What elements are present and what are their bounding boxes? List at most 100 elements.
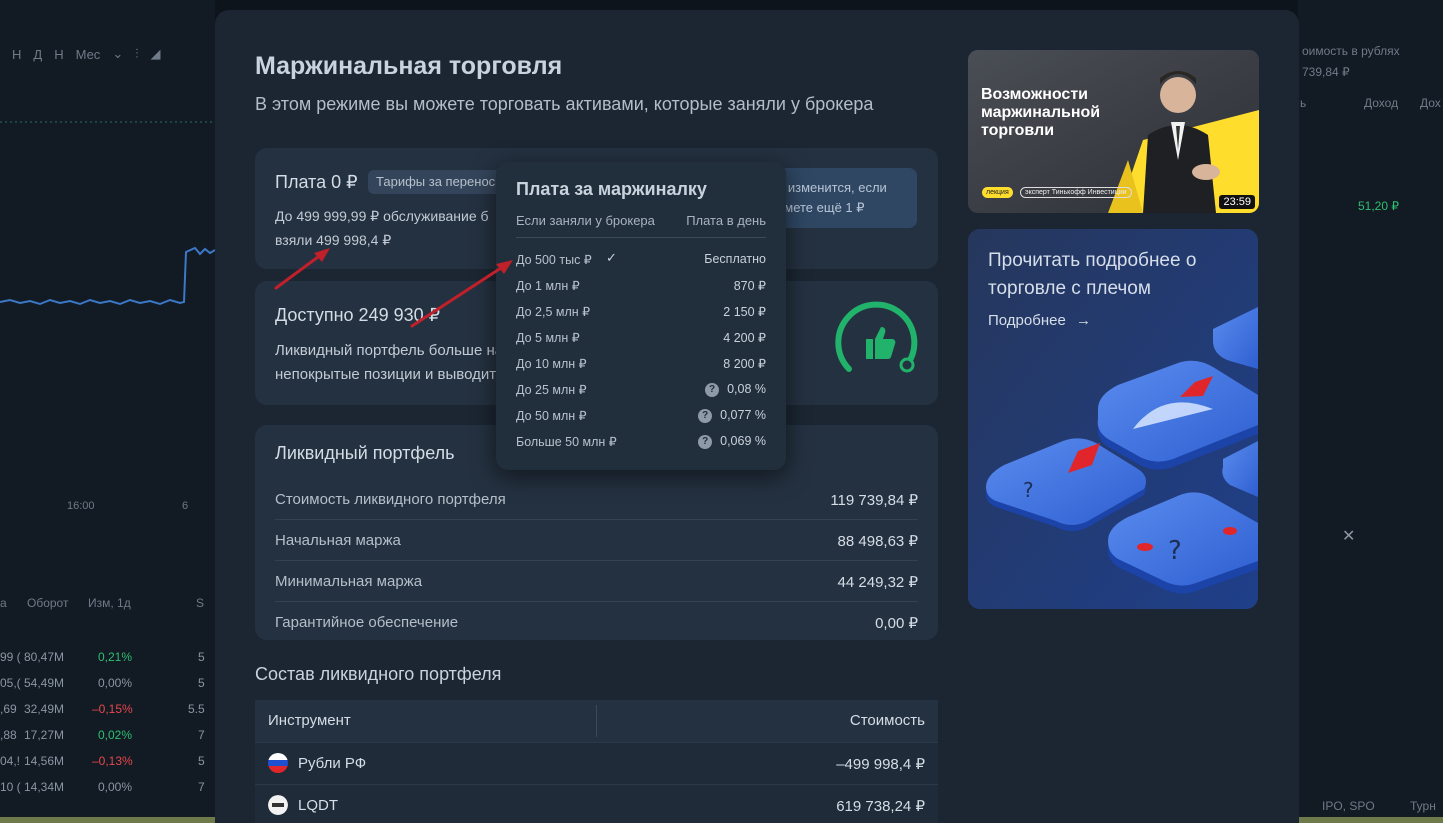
video-card[interactable]: Возможности маржинальной торговли лекция… <box>968 50 1259 213</box>
fee-title: Плата 0 ₽ <box>275 172 358 192</box>
column-header-instrument[interactable]: Инструмент <box>268 712 351 729</box>
fee-tier-row: До 1 млн ₽ 870 ₽ <box>516 275 766 295</box>
chevron-down-icon[interactable]: ⌄ <box>112 46 123 62</box>
cell: 5 <box>198 650 205 664</box>
row-value: 119 739,84 ₽ <box>830 492 918 509</box>
column-header[interactable]: а <box>0 596 7 610</box>
liquid-portfolio-title: Ликвидный портфель <box>275 443 455 463</box>
tier-fee: 0,069 % <box>720 434 766 448</box>
fee-tier-row: До 5 млн ₽ 4 200 ₽ <box>516 327 766 347</box>
table-row[interactable]: ,69 32,49M –0,15% 5.5 <box>0 702 215 728</box>
table-row[interactable]: LQDT 619 738,24 ₽ <box>255 784 938 823</box>
liquid-portfolio-row: Начальная маржа 88 498,63 ₽ <box>275 520 918 561</box>
column-header-value[interactable]: Стоимость <box>850 712 925 729</box>
timeframe-button[interactable]: Н <box>12 47 21 62</box>
tier-fee: 870 ₽ <box>733 279 766 293</box>
instrument-value: 619 738,24 ₽ <box>836 798 925 815</box>
timeframe-button[interactable]: Н <box>54 47 63 62</box>
column-header: ь <box>1300 96 1307 110</box>
column-header[interactable]: Изм, 1д <box>88 596 131 610</box>
russia-flag-icon <box>268 753 288 773</box>
row-label: Минимальная маржа <box>275 573 423 590</box>
page-subtitle: В этом режиме вы можете торговать актива… <box>255 94 874 114</box>
question-icon[interactable]: ? <box>705 383 720 397</box>
candles-icon[interactable]: ⫶ <box>135 46 138 62</box>
time-tick: 16:00 <box>67 500 95 512</box>
tier-label: До 10 млн ₽ <box>516 357 587 371</box>
tier-fee: 4 200 ₽ <box>723 331 766 345</box>
video-title: Возможности маржинальной торговли <box>981 86 1101 139</box>
tier-label: Больше 50 млн ₽ <box>516 435 617 449</box>
cell: 32,49M <box>24 702 65 716</box>
composition-table: Инструмент Стоимость Рубли РФ –499 998,4… <box>255 700 938 823</box>
cell: 80,47M <box>24 650 65 664</box>
time-axis: 16:00 6 <box>0 500 215 516</box>
cell: 04,! <box>0 754 21 768</box>
cell: –0,15% <box>92 702 133 716</box>
fee-tier-row: Больше 50 млн ₽ ? 0,069 % <box>516 431 766 451</box>
question-icon[interactable]: ? <box>698 435 713 449</box>
fee-note-line: имете ещё 1 ₽ <box>777 200 865 215</box>
video-tag: эксперт Тинькофф Инвестиции <box>1020 187 1132 198</box>
row-label: Гарантийное обеспечение <box>275 614 459 631</box>
cell: 7 <box>198 780 205 794</box>
price-chart <box>0 121 215 306</box>
column-header: Доход <box>1364 96 1399 110</box>
popover-column-borrowed: Если заняли у брокера <box>516 213 655 228</box>
table-row[interactable]: 04,! 14,56M –0,13% 5 <box>0 754 215 780</box>
tier-fee-with-help: ? 0,069 % <box>698 434 766 449</box>
ipo-link[interactable]: IPO, SPO <box>1322 799 1375 813</box>
available-description-line: непокрытые позиции и выводит <box>275 366 497 383</box>
table-row[interactable]: Рубли РФ –499 998,4 ₽ <box>255 742 938 784</box>
portfolio-value-header[interactable]: оимость в рублях <box>1302 44 1400 58</box>
tier-fee: 0,08 % <box>727 382 766 396</box>
fee-tier-row: До 2,5 млн ₽ 2 150 ₽ <box>516 301 766 321</box>
video-duration: 23:59 <box>1219 195 1255 209</box>
fee-tier-row: До 50 млн ₽ ? 0,077 % <box>516 405 766 425</box>
quotes-table-header: а Оборот Изм, 1д S <box>0 596 215 614</box>
fee-description-line: До 499 999,99 ₽ обслуживание б <box>275 208 489 224</box>
tier-label: До 25 млн ₽ <box>516 383 587 397</box>
cell: 5 <box>198 676 205 690</box>
cell: 14,56M <box>24 754 65 768</box>
cell: 0,00% <box>98 780 133 794</box>
timeframe-button[interactable]: Мес <box>76 47 101 62</box>
instrument-name: LQDT <box>298 797 339 814</box>
available-description-line: Ликвидный портфель больше на <box>275 342 504 359</box>
fund-logo-icon <box>268 795 288 815</box>
cell: 0,21% <box>98 650 133 664</box>
tier-fee-with-help: ? 0,077 % <box>698 408 766 423</box>
close-icon[interactable]: ✕ <box>1342 526 1355 546</box>
cell: 0,02% <box>98 728 133 742</box>
portfolio-value: 739,84 ₽ <box>1302 65 1350 79</box>
liquid-portfolio-row: Гарантийное обеспечение 0,00 ₽ <box>275 602 918 643</box>
area-chart-icon[interactable]: ◢ <box>150 46 160 62</box>
question-icon[interactable]: ? <box>698 409 713 423</box>
row-label: Стоимость ликвидного портфеля <box>275 491 506 508</box>
time-tick: 6 <box>182 500 189 512</box>
timeframe-button[interactable]: Д <box>33 47 42 62</box>
table-row[interactable]: 99 ( 80,47M 0,21% 5 <box>0 650 215 676</box>
read-more-link[interactable]: Подробнее → <box>988 312 1091 329</box>
fee-note: е изменится, если имете ещё 1 ₽ <box>765 168 917 228</box>
check-icon: ✓ <box>606 250 617 265</box>
liquid-portfolio-row: Стоимость ликвидного портфеля 119 739,84… <box>275 479 918 520</box>
table-row[interactable]: 10 ( 14,34M 0,00% 7 <box>0 780 215 806</box>
column-header[interactable]: Оборот <box>27 596 68 610</box>
background-terminal-right: оимость в рублях 739,84 ₽ ь Доход Дох 51… <box>1298 0 1443 823</box>
read-more-card[interactable]: ? ? Прочитать подробнее о торговле с пле… <box>968 229 1258 609</box>
tier-label: До 2,5 млн ₽ <box>516 305 591 319</box>
cell: 7 <box>198 728 205 742</box>
tariffs-tag[interactable]: Тарифы за перенос <box>368 170 504 194</box>
column-header[interactable]: S <box>196 596 204 610</box>
instrument-name: Рубли РФ <box>298 755 367 772</box>
cell: 0,00% <box>98 676 133 690</box>
margin-fee-popover: Плата за маржиналку Если заняли у брокер… <box>496 162 786 470</box>
table-row[interactable]: ,88 17,27M 0,02% 7 <box>0 728 215 754</box>
cell: 05,( <box>0 676 21 690</box>
svg-text:?: ? <box>1168 536 1182 566</box>
tournament-link[interactable]: Турн <box>1410 799 1436 813</box>
composition-title: Состав ликвидного портфеля <box>255 664 502 684</box>
table-row[interactable]: 05,( 54,49M 0,00% 5 <box>0 676 215 702</box>
tier-fee: 2 150 ₽ <box>723 305 766 319</box>
